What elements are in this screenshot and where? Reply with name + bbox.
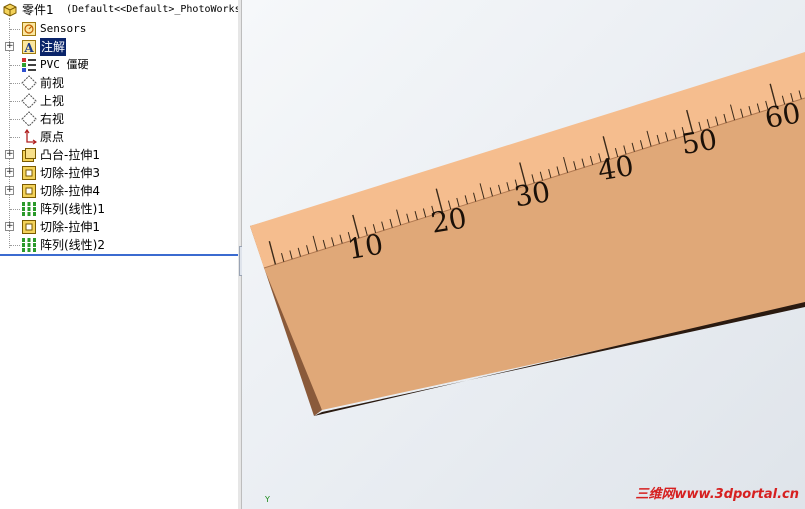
tree-item-label: 阵列(线性)2	[40, 238, 105, 252]
material-icon	[22, 58, 36, 72]
tree-item-boss-extrude1[interactable]: + 凸台-拉伸1	[0, 146, 238, 164]
rollback-bar[interactable]	[0, 254, 238, 256]
tree-item-label: 阵列(线性)1	[40, 202, 105, 216]
feature-manager-tree: 零件1 (Default<<Default>_PhotoWorks Sensor…	[0, 0, 239, 509]
tree-item-label: 注解	[40, 38, 67, 56]
tree-item-right-plane[interactable]: 右视	[0, 110, 238, 128]
tree-item-label: 原点	[40, 130, 65, 144]
triad-y-label: Y	[265, 495, 270, 504]
sensor-icon	[22, 22, 36, 36]
ruler-number-label: 30	[512, 175, 553, 213]
expand-toggle[interactable]: +	[5, 42, 14, 51]
tree-item-label: 切除-拉伸3	[40, 166, 100, 180]
ruler-number-label: 20	[428, 201, 469, 239]
tree-item-cut-extrude4[interactable]: + 切除-拉伸4	[0, 182, 238, 200]
watermark-text: 三维网www.3dportal.cn	[635, 487, 799, 502]
expand-toggle[interactable]: +	[5, 150, 14, 159]
tree-item-label: 前视	[40, 76, 65, 90]
ruler-number-label: 10	[345, 228, 386, 266]
tree-item-label: 上视	[40, 94, 65, 108]
ruler-number-label: 60	[762, 96, 803, 134]
tree-item-label: PVC 僵硬	[40, 58, 89, 71]
linear-pattern-icon	[22, 238, 36, 252]
tree-item-label: 右视	[40, 112, 65, 126]
tree-item-front-plane[interactable]: 前视	[0, 74, 238, 92]
tree-item-linear-pattern2[interactable]: 阵列(线性)2	[0, 236, 238, 254]
cut-extrude-icon	[22, 166, 36, 180]
configuration-name: (Default<<Default>_PhotoWorks	[66, 4, 239, 15]
linear-pattern-icon	[22, 202, 36, 216]
tree-item-label: Sensors	[40, 22, 87, 35]
svg-text:A: A	[23, 41, 34, 55]
tree-item-sensors[interactable]: Sensors	[0, 20, 238, 38]
tree-item-origin[interactable]: 原点	[0, 128, 238, 146]
part-icon	[3, 3, 17, 17]
part-name: 零件1	[22, 3, 54, 17]
tree-item-label: 凸台-拉伸1	[40, 148, 100, 162]
tree-item-linear-pattern1[interactable]: 阵列(线性)1	[0, 200, 238, 218]
origin-icon	[24, 129, 37, 145]
tree-item-label: 切除-拉伸4	[40, 184, 100, 198]
tree-root[interactable]: 零件1 (Default<<Default>_PhotoWorks	[0, 1, 238, 19]
graphics-viewport[interactable]: 10 20 30 40 50 60 Y 三维网www.3dportal.cn	[242, 0, 805, 509]
tree-item-top-plane[interactable]: 上视	[0, 92, 238, 110]
expand-toggle[interactable]: +	[5, 186, 14, 195]
expand-toggle[interactable]: +	[5, 222, 14, 231]
extrude-icon	[22, 148, 36, 162]
cut-extrude-icon	[22, 184, 36, 198]
ruler-number-label: 40	[595, 149, 636, 187]
plane-icon	[21, 93, 37, 109]
tree-item-material[interactable]: PVC 僵硬	[0, 56, 238, 74]
expand-toggle[interactable]: +	[5, 168, 14, 177]
tree-item-label: 切除-拉伸1	[40, 220, 100, 234]
cut-extrude-icon	[22, 220, 36, 234]
plane-icon	[21, 111, 37, 127]
tree-item-cut-extrude1[interactable]: + 切除-拉伸1	[0, 218, 238, 236]
tree-item-annotations[interactable]: + A 注解	[0, 38, 238, 56]
ruler-number-label: 50	[679, 123, 720, 161]
tree-item-cut-extrude3[interactable]: + 切除-拉伸3	[0, 164, 238, 182]
annotation-icon: A	[22, 40, 36, 55]
plane-icon	[21, 75, 37, 91]
ruler-model: 10 20 30 40 50 60	[250, 52, 805, 416]
